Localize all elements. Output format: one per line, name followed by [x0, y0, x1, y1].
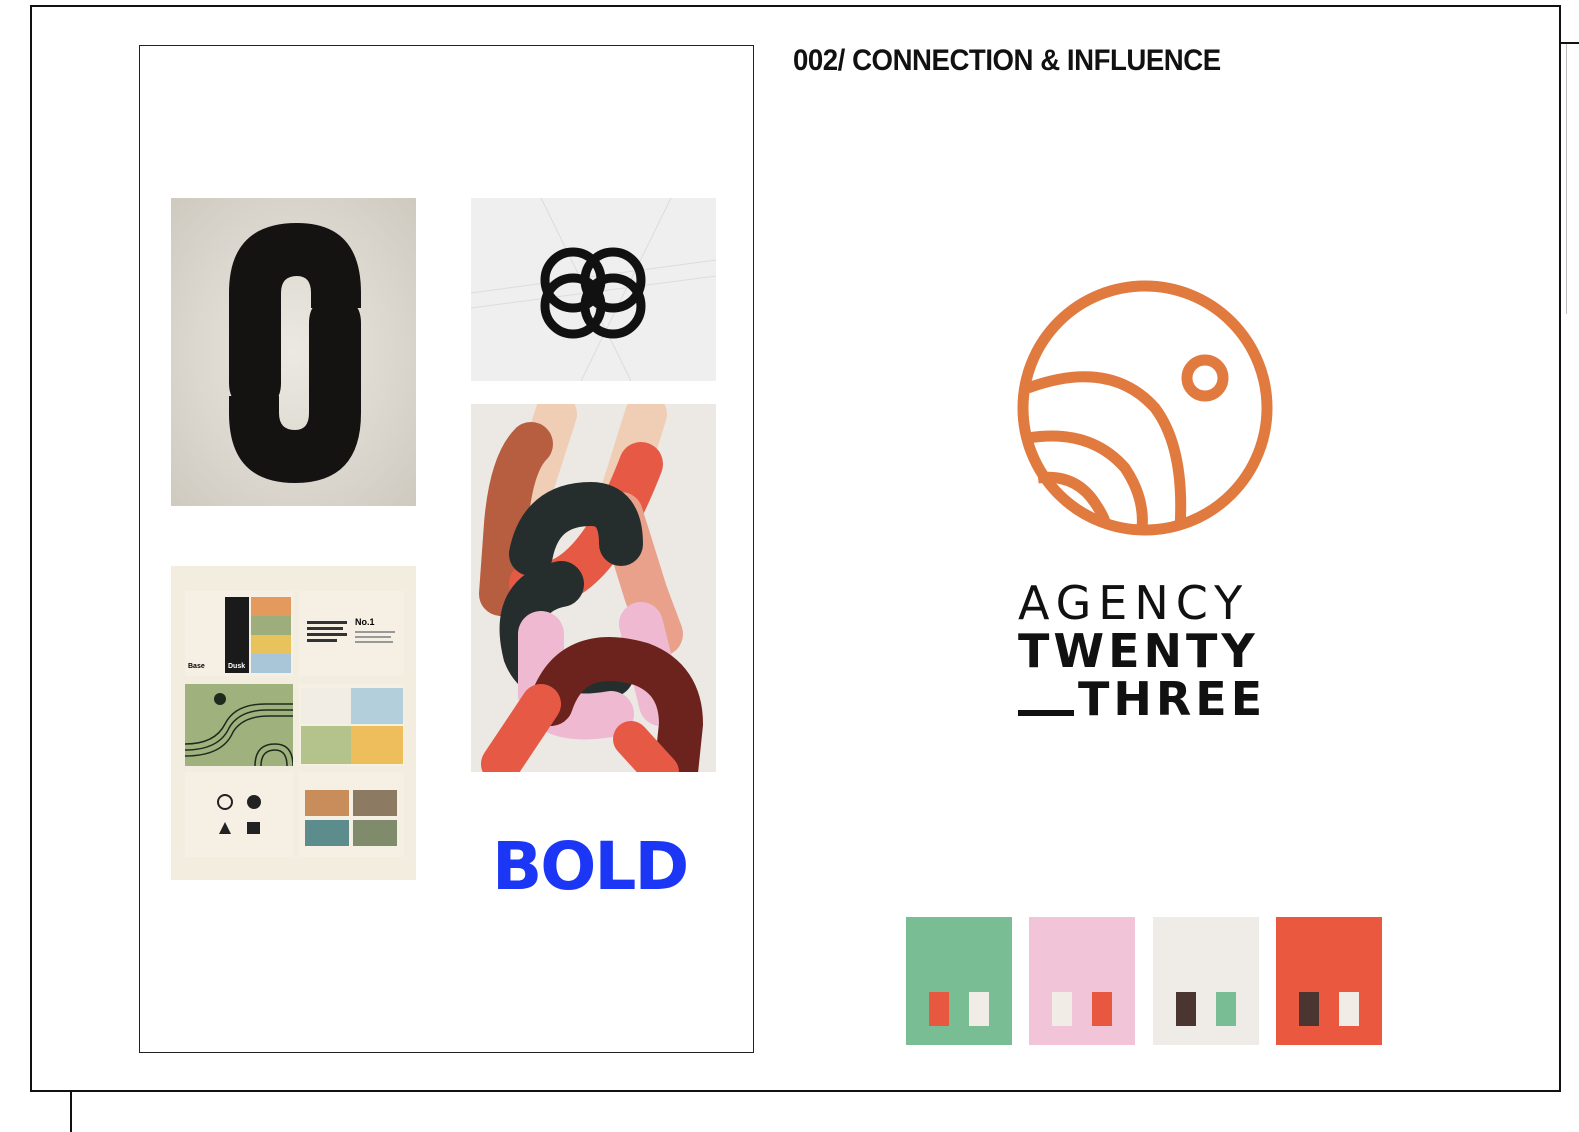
guide-text-no1: No.1: [355, 617, 375, 627]
guide-page-photos: [299, 772, 404, 857]
brand-guidelines-grid: Base Dusk No.1: [171, 566, 416, 880]
palette-swatch: [1276, 917, 1382, 1045]
palette-swatch: [1153, 917, 1259, 1045]
agency-wordmark: AGENCY TWENTY THREE: [1018, 580, 1278, 722]
knot-circle-logo: [471, 198, 716, 381]
wordmark-line-three: THREE: [1018, 676, 1278, 722]
guide-text-dusk: Dusk: [228, 663, 246, 670]
interlocking-s-poster: [171, 198, 416, 506]
wordmark-line-twenty: TWENTY: [1018, 624, 1259, 678]
guide-page-pattern: [184, 684, 294, 767]
guide-page-icons: [185, 772, 293, 857]
palette-chip: [1176, 992, 1196, 1026]
palette-swatch: [906, 917, 1012, 1045]
wordmark-line-agency: AGENCY: [1018, 576, 1250, 630]
bold-logo: BOLD: [492, 828, 689, 905]
crop-mark-bottom: [70, 1092, 72, 1132]
palette-chip: [929, 992, 949, 1026]
wordmark-three-text: THREE: [1078, 672, 1267, 726]
guide-page-colors: Base Dusk: [185, 591, 293, 676]
interlocking-s-graphic: [171, 198, 416, 506]
palette-chip: [969, 992, 989, 1026]
guide-page-text: No.1: [299, 591, 404, 676]
chain-links-poster: [471, 404, 716, 772]
agency-logo-icon: [1017, 280, 1273, 536]
palette-chip: [1092, 992, 1112, 1026]
palette-chip: [1299, 992, 1319, 1026]
wordmark-underscore: [1018, 710, 1074, 716]
crop-mark-top: [1561, 42, 1579, 44]
palette-chip: [1216, 992, 1236, 1026]
crop-mark-right: [1566, 44, 1567, 314]
guide-text-base: Base: [188, 663, 205, 670]
palette-swatch: [1029, 917, 1135, 1045]
knot-graphic: [471, 198, 716, 381]
guide-page-tiles: [299, 684, 404, 766]
palette-chip: [1339, 992, 1359, 1026]
chain-graphic: [471, 404, 716, 772]
slide-title: 002/ CONNECTION & INFLUENCE: [793, 44, 1221, 77]
palette-chip: [1052, 992, 1072, 1026]
